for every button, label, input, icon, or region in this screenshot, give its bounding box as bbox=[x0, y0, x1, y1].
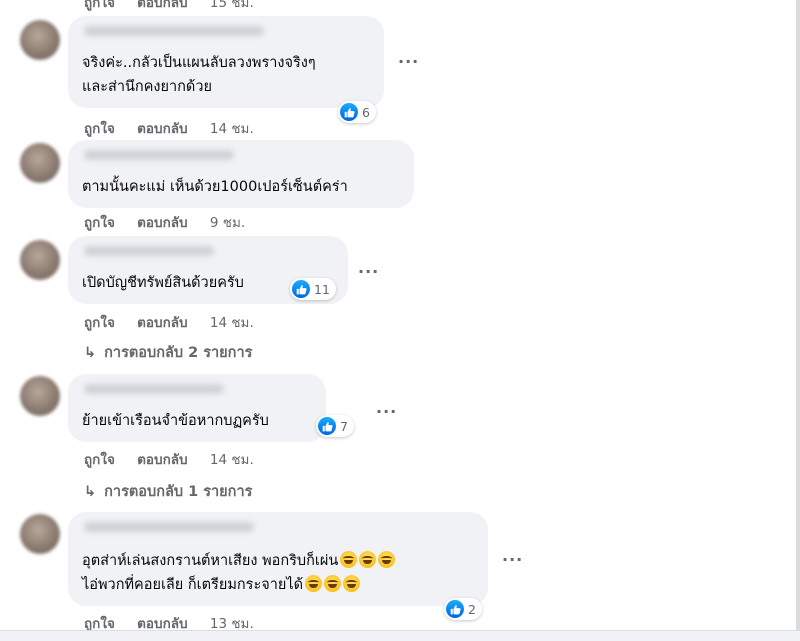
timestamp[interactable]: 9 ชม. bbox=[210, 215, 245, 231]
author-name-blurred[interactable] bbox=[84, 246, 214, 256]
avatar[interactable] bbox=[20, 514, 60, 554]
more-options-icon[interactable]: ··· bbox=[502, 550, 523, 569]
replies-count-label: การตอบกลับ 2 รายการ bbox=[104, 345, 253, 361]
comment-text-line: เปิดบัญชีทรัพย์สินด้วยครับ bbox=[82, 275, 244, 291]
comment-bubble: ย้ายเข้าเรือนจำข้อหากบฏครับ bbox=[68, 374, 326, 442]
author-name-blurred[interactable] bbox=[84, 26, 264, 36]
timestamp[interactable]: 15 ชม. bbox=[210, 0, 254, 11]
comment-bubble: อุตส่าห์เล่นสงกรานต์หาเสียง พอกริบก็เผ่น… bbox=[68, 512, 488, 606]
thumbs-up-icon bbox=[446, 600, 464, 618]
reply-link[interactable]: ตอบกลับ bbox=[137, 452, 187, 468]
comment-text-line: ย้ายเข้าเรือนจำข้อหากบฏครับ bbox=[82, 413, 269, 429]
comment-actions: ถูกใจ ตอบกลับ 14 ชม. bbox=[84, 448, 254, 470]
reaction-badge[interactable]: 7 bbox=[316, 415, 354, 437]
timestamp[interactable]: 14 ชม. bbox=[210, 452, 254, 468]
view-replies-link[interactable]: ↳ การตอบกลับ 1 รายการ bbox=[84, 480, 252, 503]
like-link[interactable]: ถูกใจ bbox=[84, 452, 115, 468]
reaction-count: 6 bbox=[362, 104, 370, 120]
comment-actions: ถูกใจ ตอบกลับ 9 ชม. bbox=[84, 211, 245, 233]
comment-bubble: ตามนั้นคะแม่ เห็นด้วย1000เปอร์เซ็นต์คร่า bbox=[68, 140, 414, 208]
like-link[interactable]: ถูกใจ bbox=[84, 121, 115, 137]
scrollbar-track[interactable] bbox=[796, 0, 800, 640]
grinning-squinting-face-emoji bbox=[305, 575, 323, 592]
author-name-blurred[interactable] bbox=[84, 384, 224, 394]
reply-link[interactable]: ตอบกลับ bbox=[137, 215, 187, 231]
view-replies-link[interactable]: ↳ การตอบกลับ 2 รายการ bbox=[84, 341, 252, 364]
avatar[interactable] bbox=[20, 240, 60, 280]
grinning-squinting-face-emoji bbox=[343, 575, 361, 592]
thumbs-up-icon bbox=[292, 280, 310, 298]
timestamp[interactable]: 14 ชม. bbox=[210, 121, 254, 137]
comment-text-line: และส่านึกคงยากด้วย bbox=[82, 79, 212, 95]
comment-text: ไอ่พวกที่คอยเลีย ก็เตรียมกระจายได้ bbox=[82, 577, 304, 593]
more-options-icon[interactable]: ··· bbox=[358, 262, 379, 281]
comment-text-line: ตามนั้นคะแม่ เห็นด้วย1000เปอร์เซ็นต์คร่า bbox=[82, 179, 348, 195]
reaction-badge[interactable]: 11 bbox=[290, 278, 336, 300]
bottom-divider bbox=[0, 630, 800, 641]
more-options-icon[interactable]: ··· bbox=[398, 52, 419, 71]
grinning-squinting-face-emoji bbox=[359, 551, 377, 568]
comment-text-line: อุตส่าห์เล่นสงกรานต์หาเสียง พอกริบก็เผ่น bbox=[82, 550, 396, 572]
reaction-badge[interactable]: 6 bbox=[338, 101, 376, 123]
reply-link[interactable]: ตอบกลับ bbox=[137, 315, 187, 331]
grinning-squinting-face-emoji bbox=[324, 575, 342, 592]
replies-count-label: การตอบกลับ 1 รายการ bbox=[104, 484, 253, 500]
comment-actions: ถูกใจ ตอบกลับ 14 ชม. bbox=[84, 311, 254, 333]
like-link[interactable]: ถูกใจ bbox=[84, 0, 115, 11]
grinning-squinting-face-emoji bbox=[340, 551, 358, 568]
timestamp[interactable]: 14 ชม. bbox=[210, 315, 254, 331]
reaction-count: 7 bbox=[340, 418, 348, 434]
comment-actions-top: ถูกใจ ตอบกลับ 15 ชม. bbox=[84, 0, 254, 13]
like-link[interactable]: ถูกใจ bbox=[84, 315, 115, 331]
thumbs-up-icon bbox=[340, 103, 358, 121]
comment-bubble: จริงค่ะ..กลัวเป็นแผนลับลวงพรางจริงๆ และส… bbox=[68, 16, 384, 108]
comment-text-line: ไอ่พวกที่คอยเลีย ก็เตรียมกระจายได้ bbox=[82, 574, 361, 596]
grinning-squinting-face-emoji bbox=[378, 551, 396, 568]
reply-arrow-icon: ↳ bbox=[84, 345, 97, 361]
thumbs-up-icon bbox=[318, 417, 336, 435]
avatar[interactable] bbox=[20, 376, 60, 416]
comment-text-line: จริงค่ะ..กลัวเป็นแผนลับลวงพรางจริงๆ bbox=[82, 55, 316, 71]
more-options-icon[interactable]: ··· bbox=[376, 402, 397, 421]
avatar[interactable] bbox=[20, 20, 60, 60]
author-name-blurred[interactable] bbox=[84, 522, 254, 532]
comment-text: อุตส่าห์เล่นสงกรานต์หาเสียง พอกริบก็เผ่น bbox=[82, 553, 339, 569]
reaction-badge[interactable]: 2 bbox=[444, 598, 482, 620]
reply-link[interactable]: ตอบกลับ bbox=[137, 0, 187, 11]
reaction-count: 11 bbox=[314, 281, 330, 297]
comment-actions: ถูกใจ ตอบกลับ 14 ชม. bbox=[84, 117, 254, 139]
reply-arrow-icon: ↳ bbox=[84, 484, 97, 500]
reaction-count: 2 bbox=[468, 601, 476, 617]
like-link[interactable]: ถูกใจ bbox=[84, 215, 115, 231]
avatar[interactable] bbox=[20, 143, 60, 183]
reply-link[interactable]: ตอบกลับ bbox=[137, 121, 187, 137]
author-name-blurred[interactable] bbox=[84, 150, 234, 160]
